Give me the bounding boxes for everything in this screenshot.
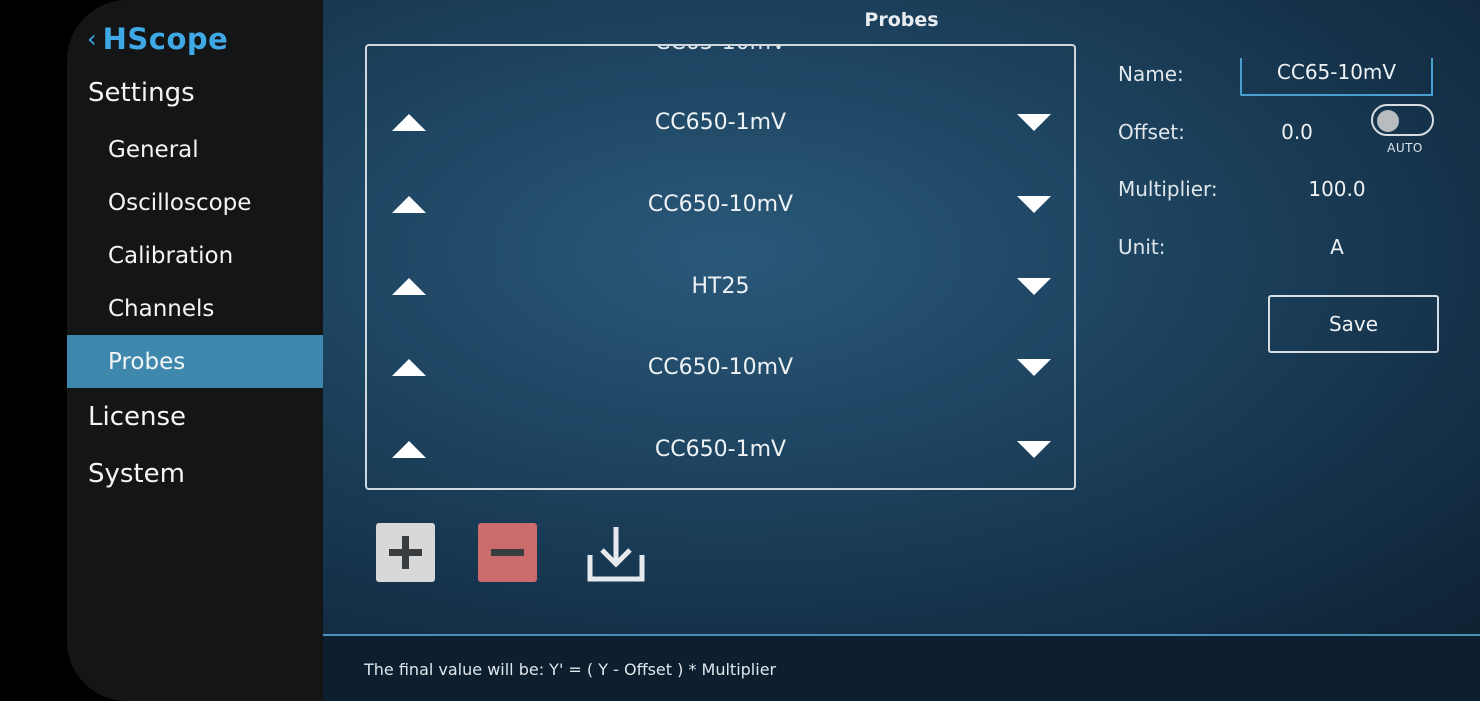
page-title: Probes xyxy=(864,9,939,31)
offset-value[interactable]: 0.0 xyxy=(1263,120,1331,144)
probe-name: CC650-1mV xyxy=(654,109,787,135)
move-down-icon[interactable] xyxy=(1017,195,1051,213)
probe-list-partial-item: CC65-10mV xyxy=(367,46,1074,55)
app-title: HScope xyxy=(102,22,229,56)
download-icon xyxy=(587,527,645,582)
move-down-icon[interactable] xyxy=(1017,113,1051,131)
unit-label: Unit: xyxy=(1118,235,1166,259)
probe-row[interactable]: CC650-1mV xyxy=(367,419,1074,479)
minus-icon xyxy=(491,549,524,556)
offset-label: Offset: xyxy=(1118,120,1185,144)
sidebar-item-oscilloscope[interactable]: Oscilloscope xyxy=(67,176,323,229)
sidebar-item-calibration[interactable]: Calibration xyxy=(67,229,323,282)
sidebar-item-system[interactable]: System xyxy=(88,459,185,489)
probe-row[interactable]: CC650-10mV xyxy=(367,174,1074,234)
main-panel: Probes CC65-10mV CC650-1mV CC650-10mV HT… xyxy=(323,0,1480,634)
name-label: Name: xyxy=(1118,62,1184,86)
probe-name: CC650-1mV xyxy=(654,436,787,462)
move-down-icon[interactable] xyxy=(1017,358,1051,376)
sidebar-item-channels[interactable]: Channels xyxy=(67,282,323,335)
save-button[interactable]: Save xyxy=(1268,295,1439,353)
unit-value[interactable]: A xyxy=(1313,235,1361,259)
name-input-value[interactable]: CC65-10mV xyxy=(1240,60,1433,84)
app-screen: ‹ HScope Settings General Oscilloscope C… xyxy=(0,0,1480,701)
auto-label: AUTO xyxy=(1387,141,1423,155)
move-down-icon[interactable] xyxy=(1017,440,1051,458)
probe-name: HT25 xyxy=(691,273,750,299)
move-down-icon[interactable] xyxy=(1017,277,1051,295)
toggle-knob xyxy=(1377,110,1399,132)
multiplier-value[interactable]: 100.0 xyxy=(1283,177,1391,201)
back-button[interactable]: ‹ HScope xyxy=(87,22,228,56)
import-probes-button[interactable] xyxy=(585,523,645,582)
probe-list[interactable]: CC65-10mV CC650-1mV CC650-10mV HT25 CC65… xyxy=(365,44,1076,490)
probe-row[interactable]: CC650-1mV xyxy=(367,92,1074,152)
formula-text: The final value will be: Y' = ( Y - Offs… xyxy=(364,660,777,679)
back-chevron-icon: ‹ xyxy=(87,25,97,53)
remove-probe-button[interactable] xyxy=(478,523,537,582)
multiplier-label: Multiplier: xyxy=(1118,177,1218,201)
probe-name: CC650-10mV xyxy=(647,354,794,380)
sidebar: ‹ HScope Settings General Oscilloscope C… xyxy=(67,0,323,701)
add-probe-button[interactable] xyxy=(376,523,435,582)
probe-row[interactable]: CC650-10mV xyxy=(367,337,1074,397)
probe-row[interactable]: HT25 xyxy=(367,256,1074,316)
sidebar-item-settings[interactable]: Settings xyxy=(88,78,195,108)
plus-icon xyxy=(389,536,422,569)
probe-name: CC650-10mV xyxy=(647,191,794,217)
sidebar-item-general[interactable]: General xyxy=(67,123,323,176)
auto-offset-toggle[interactable] xyxy=(1371,104,1434,136)
formula-footer: The final value will be: Y' = ( Y - Offs… xyxy=(323,634,1480,701)
sidebar-item-license[interactable]: License xyxy=(88,402,186,432)
sidebar-item-probes[interactable]: Probes xyxy=(67,335,323,388)
